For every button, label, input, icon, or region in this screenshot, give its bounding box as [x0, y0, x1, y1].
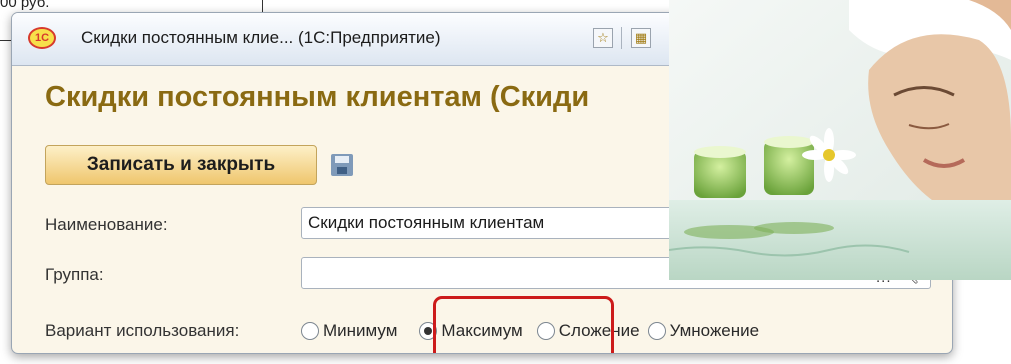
1c-app-icon[interactable]: 1С — [28, 27, 56, 49]
radio-minimum[interactable]: Минимум — [301, 321, 397, 341]
radio-button[interactable] — [301, 322, 319, 340]
selection-highlight-frame — [433, 296, 614, 353]
group-label: Группа: — [45, 265, 104, 284]
radio-label: Минимум — [323, 321, 398, 340]
toolbar-divider — [621, 27, 622, 49]
save-and-close-button[interactable]: Записать и закрыть — [45, 145, 317, 185]
spa-photo — [669, 0, 1011, 280]
radio-button[interactable] — [647, 322, 666, 340]
favorite-star-icon[interactable]: ☆ — [593, 28, 613, 48]
floppy-disk-icon[interactable] — [331, 154, 353, 176]
radio-label: Умножение — [669, 321, 760, 340]
background-fragment-text: 00 руб. — [0, 0, 50, 11]
usage-label: Вариант использования: — [45, 321, 240, 340]
calculator-icon[interactable]: ▦ — [631, 28, 651, 48]
page-title: Скидки постоянным клиентам (Скиди — [45, 81, 590, 113]
window-title: Скидки постоянным клие... (1С:Предприяти… — [81, 28, 441, 47]
name-label: Наименование: — [45, 215, 168, 234]
radio-multiply[interactable]: Умножение — [647, 321, 760, 341]
